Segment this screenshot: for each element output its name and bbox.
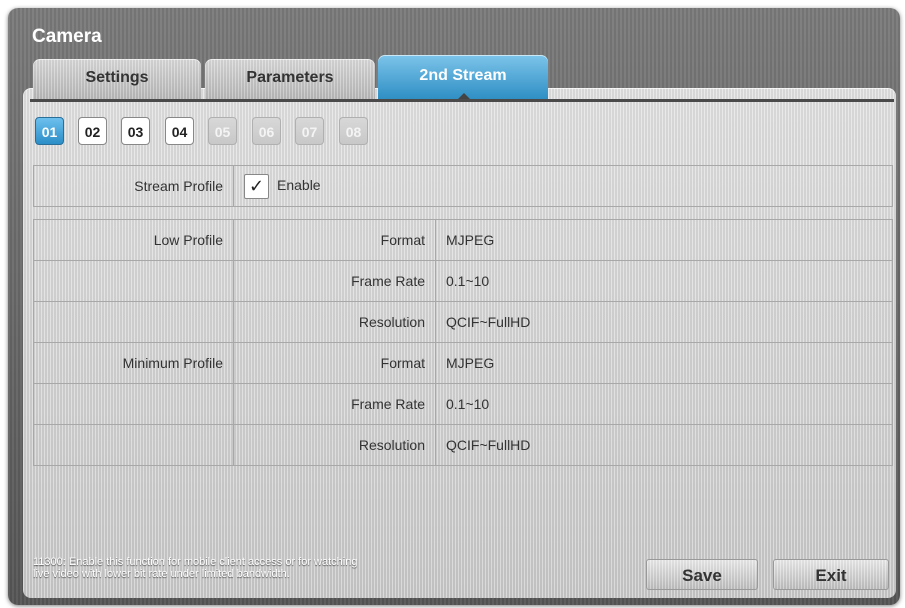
channel-button-06[interactable]: 06 (252, 117, 281, 145)
table-row: Minimum Profile Format MJPEG (33, 342, 893, 384)
field-value: 0.1~10 (435, 260, 893, 302)
field-label: Frame Rate (233, 383, 436, 425)
profile-name-empty (33, 424, 234, 466)
channel-button-05[interactable]: 05 (208, 117, 237, 145)
enable-checkbox[interactable]: ✓ (244, 173, 269, 199)
active-tab-indicator (458, 93, 470, 99)
field-value: MJPEG (435, 219, 893, 261)
channel-button-08[interactable]: 08 (339, 117, 368, 145)
table-row: Low Profile Format MJPEG (33, 219, 893, 261)
stream-profile-row: Stream Profile ✓ Enable (33, 165, 893, 207)
stream-profile-value: ✓ Enable (233, 165, 893, 207)
table-row: Resolution QCIF~FullHD (33, 301, 893, 343)
field-label: Resolution (233, 424, 436, 466)
stream-profile-table: Stream Profile ✓ Enable (33, 165, 893, 207)
profile-name: Minimum Profile (33, 342, 234, 384)
field-value: QCIF~FullHD (435, 301, 893, 343)
help-note: 11300: Enable this function for mobile c… (33, 556, 493, 580)
profile-name-empty (33, 301, 234, 343)
help-note-line: live video with lower bit rate under lim… (33, 568, 290, 580)
channel-button-01[interactable]: 01 (35, 117, 64, 145)
field-value: MJPEG (435, 342, 893, 384)
exit-button[interactable]: Exit (773, 559, 889, 590)
channel-button-04[interactable]: 04 (165, 117, 194, 145)
profile-name-empty (33, 383, 234, 425)
field-value: QCIF~FullHD (435, 424, 893, 466)
field-label: Format (233, 342, 436, 384)
field-label: Frame Rate (233, 260, 436, 302)
profile-name-empty (33, 260, 234, 302)
tab-parameters[interactable]: Parameters (205, 59, 375, 99)
table-row: Frame Rate 0.1~10 (33, 383, 893, 425)
channel-button-07[interactable]: 07 (295, 117, 324, 145)
table-row: Frame Rate 0.1~10 (33, 260, 893, 302)
profile-name: Low Profile (33, 219, 234, 261)
tab-divider (30, 99, 894, 102)
tab-settings[interactable]: Settings (33, 59, 201, 99)
channel-button-03[interactable]: 03 (121, 117, 150, 145)
field-label: Format (233, 219, 436, 261)
table-row: Resolution QCIF~FullHD (33, 424, 893, 466)
enable-label: Enable (277, 176, 321, 193)
profiles-table: Low Profile Format MJPEG Frame Rate 0.1~… (33, 219, 893, 466)
stream-profile-label: Stream Profile (33, 165, 234, 207)
help-note-line: 11300: Enable this function for mobile c… (33, 556, 358, 568)
window-title: Camera (32, 26, 102, 47)
save-button[interactable]: Save (646, 559, 758, 590)
channel-button-02[interactable]: 02 (78, 117, 107, 145)
field-label: Resolution (233, 301, 436, 343)
field-value: 0.1~10 (435, 383, 893, 425)
